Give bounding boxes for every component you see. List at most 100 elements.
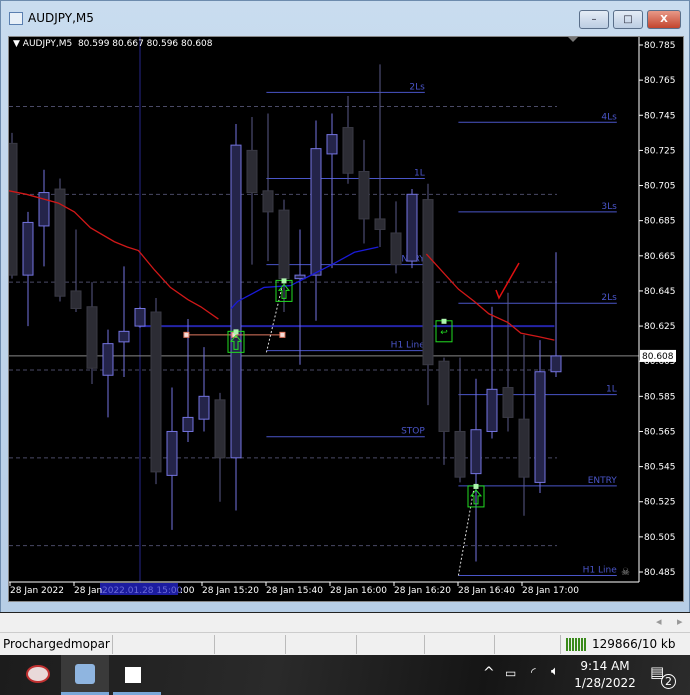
level-label: H1 Line — [391, 341, 426, 351]
price-tick-label: 80.525 — [644, 498, 676, 508]
bearish-candle — [150, 311, 162, 473]
time-tick-label: 28 Jan 16:20 — [394, 586, 451, 596]
bullish-candle — [470, 429, 482, 475]
tab-strip: ◂ ▸ — [0, 612, 690, 632]
chart-header: ▼ AUDJPY,M5 80.599 80.667 80.596 80.608 — [13, 39, 213, 49]
bearish-candle — [342, 127, 354, 174]
bullish-candle — [118, 330, 130, 343]
time-tick-label: 28 Jan 17:00 — [522, 586, 579, 596]
signal-anchor — [441, 318, 447, 324]
level-label: ENTRY — [588, 476, 618, 486]
bullish-candle — [294, 274, 306, 280]
sticky-notes-icon — [125, 667, 141, 683]
metatrader-icon — [75, 664, 95, 684]
bullish-candle — [310, 148, 322, 276]
bearish-candle — [438, 360, 450, 432]
chart-symbol: AUDJPY,M5 — [22, 39, 73, 49]
bearish-candle — [262, 190, 274, 213]
maximize-button[interactable]: □ — [613, 10, 643, 29]
profile-name: Prochargedmopar — [3, 637, 110, 651]
bearish-candle — [246, 149, 258, 194]
price-chart[interactable]: 2Ls1LENTRYH1 LineSTOP4Ls3Ls2Ls1LENTRYH1 … — [8, 36, 684, 602]
time-tick-label: 28 Jan 16:40 — [458, 586, 515, 596]
shift-marker-icon — [568, 37, 578, 42]
status-bar: Prochargedmopar 129866/10 kb — [0, 632, 690, 655]
time-tick-label: 28 Jan — [74, 586, 102, 596]
bullish-candle — [166, 430, 178, 476]
time-tick-label: :00 — [180, 586, 195, 596]
chart-window-icon — [9, 12, 23, 25]
price-tick-label: 80.745 — [644, 111, 676, 121]
price-tick-label: 80.725 — [644, 146, 676, 156]
taskbar-app-snip[interactable] — [14, 655, 62, 695]
notification-count: 2 — [661, 674, 676, 689]
orange-line-handle — [279, 331, 286, 338]
time-tick-label: 28 Jan 2022 — [10, 586, 64, 596]
wifi-icon[interactable]: ◜ — [531, 665, 536, 679]
bullish-candle — [134, 308, 146, 327]
bullish-candle — [182, 416, 194, 432]
bullish-candle — [326, 134, 338, 155]
scroll-right-button[interactable]: ▸ — [677, 615, 683, 628]
price-tick-label: 80.625 — [644, 322, 676, 332]
time-tick-label: 28 Jan 15:40 — [266, 586, 323, 596]
bearish-candle — [390, 232, 402, 266]
minimize-button[interactable]: – — [579, 10, 609, 29]
level-label: 2Ls — [409, 82, 425, 92]
clock[interactable]: 9:14 AM 1/28/2022 — [574, 658, 636, 692]
moving-average-blue — [230, 246, 379, 309]
bullish-candle — [22, 221, 34, 276]
bearish-candle — [9, 142, 18, 276]
dotted-link — [457, 485, 475, 576]
bearish-candle — [214, 399, 226, 459]
bearish-candle — [86, 306, 98, 369]
bearish-candle — [518, 418, 530, 478]
collapse-triangle-icon[interactable]: ▼ — [13, 39, 20, 49]
bullish-candle — [534, 371, 546, 483]
price-tick-label: 80.645 — [644, 287, 676, 297]
level-label: STOP — [401, 427, 425, 437]
level-label: 1L — [606, 385, 617, 395]
price-tick-label: 80.505 — [644, 533, 676, 543]
title-bar[interactable]: AUDJPY,M5 – □ X — [1, 1, 690, 35]
taskbar-app-notes[interactable] — [113, 655, 161, 695]
bullish-candle — [102, 343, 114, 376]
time-tick-label: 28 Jan 15:20 — [202, 586, 259, 596]
window-title: AUDJPY,M5 — [28, 11, 94, 25]
skull-icon: ☠ — [621, 567, 630, 578]
bullish-candle — [406, 193, 418, 262]
price-tick-label: 80.765 — [644, 76, 676, 86]
bearish-candle — [278, 209, 290, 280]
price-tick-label: 80.485 — [644, 568, 676, 578]
scroll-left-button[interactable]: ◂ — [656, 615, 662, 628]
current-price-label: 80.608 — [642, 352, 674, 362]
signal-anchor — [233, 329, 239, 335]
bearish-candle — [374, 218, 386, 230]
signal-anchor — [473, 483, 479, 489]
volume-icon[interactable]: 🔈︎ — [551, 664, 559, 679]
chart-window: AUDJPY,M5 – □ X 2Ls 1L ENTRY H1 Line STOP 4Ls… — [0, 0, 690, 632]
price-tick-label: 80.685 — [644, 217, 676, 227]
level-label: H1 Line — [583, 566, 618, 576]
time-tick-label: 28 Jan 16:00 — [330, 586, 387, 596]
bullish-candle — [198, 395, 210, 420]
taskbar: ^ ▭ ◜ 🔈︎ 9:14 AM 1/28/2022 ▤ 2 — [0, 655, 690, 695]
bearish-candle — [54, 188, 66, 297]
close-button[interactable]: X — [647, 10, 681, 29]
chart-canvas[interactable]: 2Ls1LENTRYH1 LineSTOP4Ls3Ls2Ls1LENTRYH1 … — [9, 37, 685, 603]
chart-ohlc: 80.599 80.667 80.596 80.608 — [77, 39, 213, 49]
show-hidden-icons-chevron[interactable]: ^ — [483, 665, 495, 681]
bullish-candle — [550, 355, 562, 373]
bearish-candle — [70, 290, 82, 309]
battery-icon[interactable]: ▭ — [505, 666, 516, 680]
signal-anchor — [281, 278, 287, 284]
price-tick-label: 80.665 — [644, 252, 676, 262]
level-label: 3Ls — [601, 202, 617, 212]
bearish-candle — [454, 430, 466, 478]
bearish-candle — [502, 387, 514, 418]
taskbar-app-metatrader[interactable] — [61, 655, 109, 695]
time-tick-label: 2022.01.28 15:00 — [102, 586, 183, 596]
level-label: 2Ls — [601, 293, 617, 303]
price-tick-label: 80.585 — [644, 392, 676, 402]
connection-bars-icon — [566, 638, 586, 651]
